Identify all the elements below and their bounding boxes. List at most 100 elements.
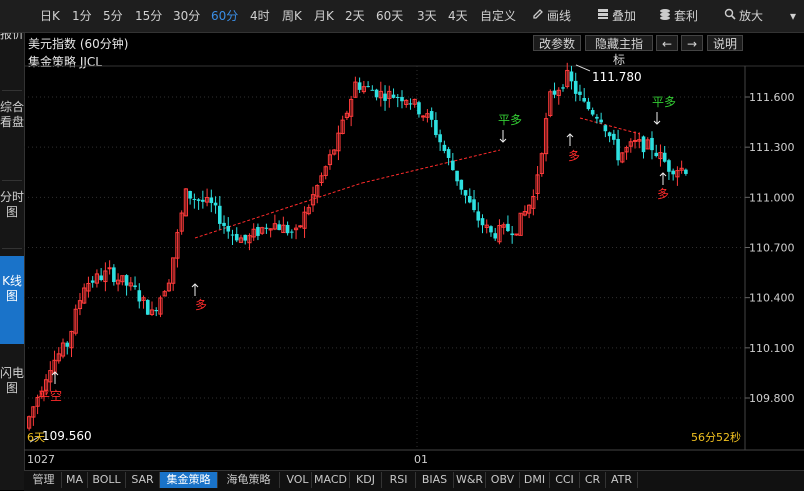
candle-body-down xyxy=(455,170,459,182)
side-tab-flash[interactable]: 闪电图 xyxy=(0,366,24,414)
tab-jijin-strategy[interactable]: 集金策略 xyxy=(160,472,218,488)
side-tab-timeshare[interactable]: 分时图 xyxy=(0,190,24,238)
side-tab-kline[interactable]: K线图 xyxy=(0,256,24,344)
y-tick-label: 111.600 xyxy=(749,91,795,104)
candle-body-up xyxy=(48,370,53,383)
period-custom[interactable]: 自定义 xyxy=(480,6,516,26)
signal-arrow-head xyxy=(51,371,59,376)
tab-turtle-strategy[interactable]: 海龟策略 xyxy=(218,472,280,488)
tab-cci[interactable]: CCI xyxy=(550,472,580,488)
tab-manage[interactable]: 管理 xyxy=(26,472,62,488)
signal-label: 平多 xyxy=(652,95,676,109)
period-60day[interactable]: 60天 xyxy=(376,6,403,26)
candle-body-up xyxy=(361,86,366,93)
candle-body-up xyxy=(281,224,286,234)
tab-kdj[interactable]: KDJ xyxy=(350,472,382,488)
candle-body-down xyxy=(383,93,387,101)
candle-body-up xyxy=(349,98,354,117)
candle-body-up xyxy=(293,227,299,231)
candle-body-down xyxy=(434,120,438,136)
tab-atr[interactable]: ATR xyxy=(606,472,638,488)
tab-boll[interactable]: BOLL xyxy=(88,472,126,488)
countdown-label: 56分52秒 xyxy=(691,430,741,444)
candle-body-down xyxy=(370,89,375,91)
help-button[interactable]: 说明 xyxy=(707,35,743,51)
period-4h[interactable]: 4时 xyxy=(250,6,270,26)
candle-body-up xyxy=(332,149,337,155)
period-2day[interactable]: 2天 xyxy=(345,6,365,26)
tab-bias[interactable]: BIAS xyxy=(416,472,454,488)
tab-ma[interactable]: MA xyxy=(62,472,88,488)
candle-body-down xyxy=(578,91,582,95)
candle-body-up xyxy=(52,359,57,374)
overlay-button[interactable]: 叠加 xyxy=(597,6,636,26)
candle-body-up xyxy=(484,224,489,228)
tab-wr[interactable]: W&R xyxy=(454,472,486,488)
hide-main-indicator-button[interactable]: 隐藏主指标 xyxy=(585,35,653,67)
tab-vol[interactable]: VOL xyxy=(284,472,312,488)
candle-body-up xyxy=(315,185,320,197)
candle-body-up xyxy=(624,147,629,153)
candle-body-down xyxy=(209,197,214,203)
period-5min[interactable]: 5分 xyxy=(103,6,123,26)
period-1min[interactable]: 1分 xyxy=(72,6,92,26)
change-params-button[interactable]: 改参数 xyxy=(533,35,581,51)
period-4day[interactable]: 4天 xyxy=(448,6,468,26)
kline-chart[interactable]: 111.780109.5606天 56分52秒多多平多多平多平空 111.600 1… xyxy=(0,0,804,490)
arrow-right-button[interactable]: → xyxy=(681,35,703,51)
candle-body-down xyxy=(395,96,400,98)
period-weekly[interactable]: 周K xyxy=(282,6,302,26)
y-tick-label: 110.100 xyxy=(749,342,795,355)
candle-body-down xyxy=(446,149,451,158)
tab-dmi[interactable]: DMI xyxy=(520,472,550,488)
strategy-trend-line xyxy=(579,117,641,135)
period-60min[interactable]: 60分 xyxy=(211,6,238,26)
zoom-label: 放大 xyxy=(739,9,764,23)
period-monthly[interactable]: 月K xyxy=(314,6,334,26)
draw-line-button[interactable]: 画线 xyxy=(532,6,571,26)
period-15min[interactable]: 15分 xyxy=(135,6,162,26)
chart-annotations: 111.780109.5606天 56分52秒多多平多多平多平空 xyxy=(27,64,741,444)
candle-body-up xyxy=(162,291,167,297)
y-tick-label: 110.700 xyxy=(749,242,795,255)
period-daily[interactable]: 日K xyxy=(40,6,60,26)
arbitrage-button[interactable]: 套利 xyxy=(659,6,698,26)
candle-body-down xyxy=(154,310,159,312)
candle-body-down xyxy=(213,202,218,206)
candle-body-down xyxy=(256,227,260,236)
zoom-button[interactable]: 放大 xyxy=(724,6,763,26)
period-30min[interactable]: 30分 xyxy=(173,6,200,26)
candle-body-down xyxy=(264,227,269,229)
low-marker-line xyxy=(29,435,41,443)
candle-body-up xyxy=(531,195,536,209)
tab-macd[interactable]: MACD xyxy=(312,472,350,488)
candle-body-up xyxy=(260,227,265,234)
candle-body-up xyxy=(378,90,383,99)
candle-body-up xyxy=(679,167,684,171)
arrow-left-button[interactable]: ← xyxy=(656,35,678,51)
side-tab-overview[interactable]: 综合看盘 xyxy=(0,100,24,160)
candle-body-up xyxy=(620,152,625,163)
candle-body-down xyxy=(243,234,248,241)
candle-body-down xyxy=(459,179,464,190)
tab-obv[interactable]: OBV xyxy=(486,472,520,488)
candle-body-up xyxy=(115,279,121,285)
candle-body-up xyxy=(247,235,252,244)
toolbar-more-icon[interactable]: ▾ xyxy=(790,6,796,26)
candle-body-down xyxy=(463,190,468,196)
candle-body-up xyxy=(166,282,172,292)
candle-body-down xyxy=(599,119,603,123)
candle-body-down xyxy=(391,94,396,98)
low-price-label: 109.560 xyxy=(42,429,92,443)
tab-cr[interactable]: CR xyxy=(580,472,606,488)
period-3day[interactable]: 3天 xyxy=(417,6,437,26)
candle-body-down xyxy=(201,199,205,202)
candle-body-down xyxy=(438,134,442,143)
candle-body-down xyxy=(582,98,586,102)
tab-sar[interactable]: SAR xyxy=(126,472,160,488)
candle-body-up xyxy=(302,211,307,229)
signal-arrow-head xyxy=(659,172,667,177)
tab-rsi[interactable]: RSI xyxy=(382,472,416,488)
stack-icon xyxy=(597,6,609,26)
candle-body-down xyxy=(641,136,646,153)
